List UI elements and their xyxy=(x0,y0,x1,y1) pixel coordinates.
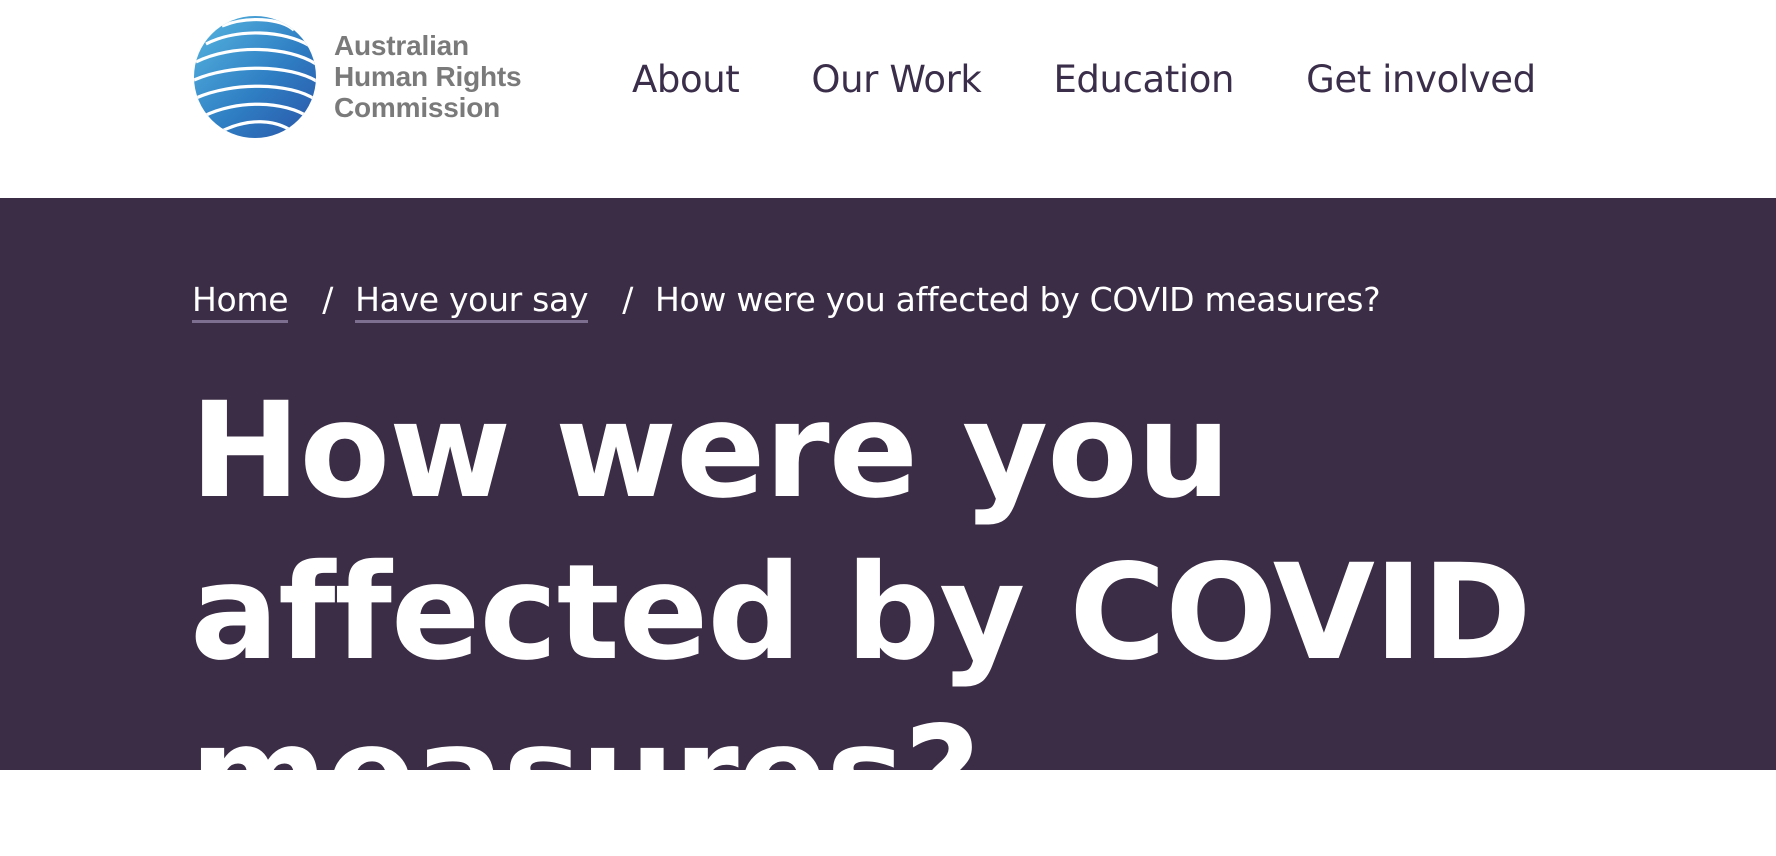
breadcrumb-home-link[interactable]: Home xyxy=(192,280,289,323)
globe-icon xyxy=(194,16,316,138)
logo-line-1: Australian xyxy=(334,30,469,61)
nav-item-about[interactable]: About xyxy=(632,58,740,101)
site-header: Australian Human Rights Commission About… xyxy=(0,0,1776,198)
logo-line-2: Human Rights xyxy=(334,61,522,92)
breadcrumb-current-page: How were you affected by COVID measures? xyxy=(655,280,1381,319)
breadcrumb-separator: / xyxy=(322,280,334,319)
nav-item-our-work[interactable]: Our Work xyxy=(811,58,981,101)
main-navigation: About Our Work Education Get involved xyxy=(632,54,1536,104)
breadcrumb: Home / Have your say / How were you affe… xyxy=(192,280,1381,323)
logo-line-3: Commission xyxy=(334,92,501,123)
breadcrumb-have-your-say-link[interactable]: Have your say xyxy=(355,280,589,323)
site-logo[interactable]: Australian Human Rights Commission xyxy=(192,14,552,142)
nav-item-get-involved[interactable]: Get involved xyxy=(1306,58,1536,101)
logo-wordmark: Australian Human Rights Commission xyxy=(334,30,522,123)
hero-banner: Home / Have your say / How were you affe… xyxy=(0,198,1776,852)
page-title: How were you affected by COVID measures? xyxy=(190,374,1532,852)
nav-item-education[interactable]: Education xyxy=(1053,58,1234,101)
breadcrumb-separator: / xyxy=(622,280,634,319)
